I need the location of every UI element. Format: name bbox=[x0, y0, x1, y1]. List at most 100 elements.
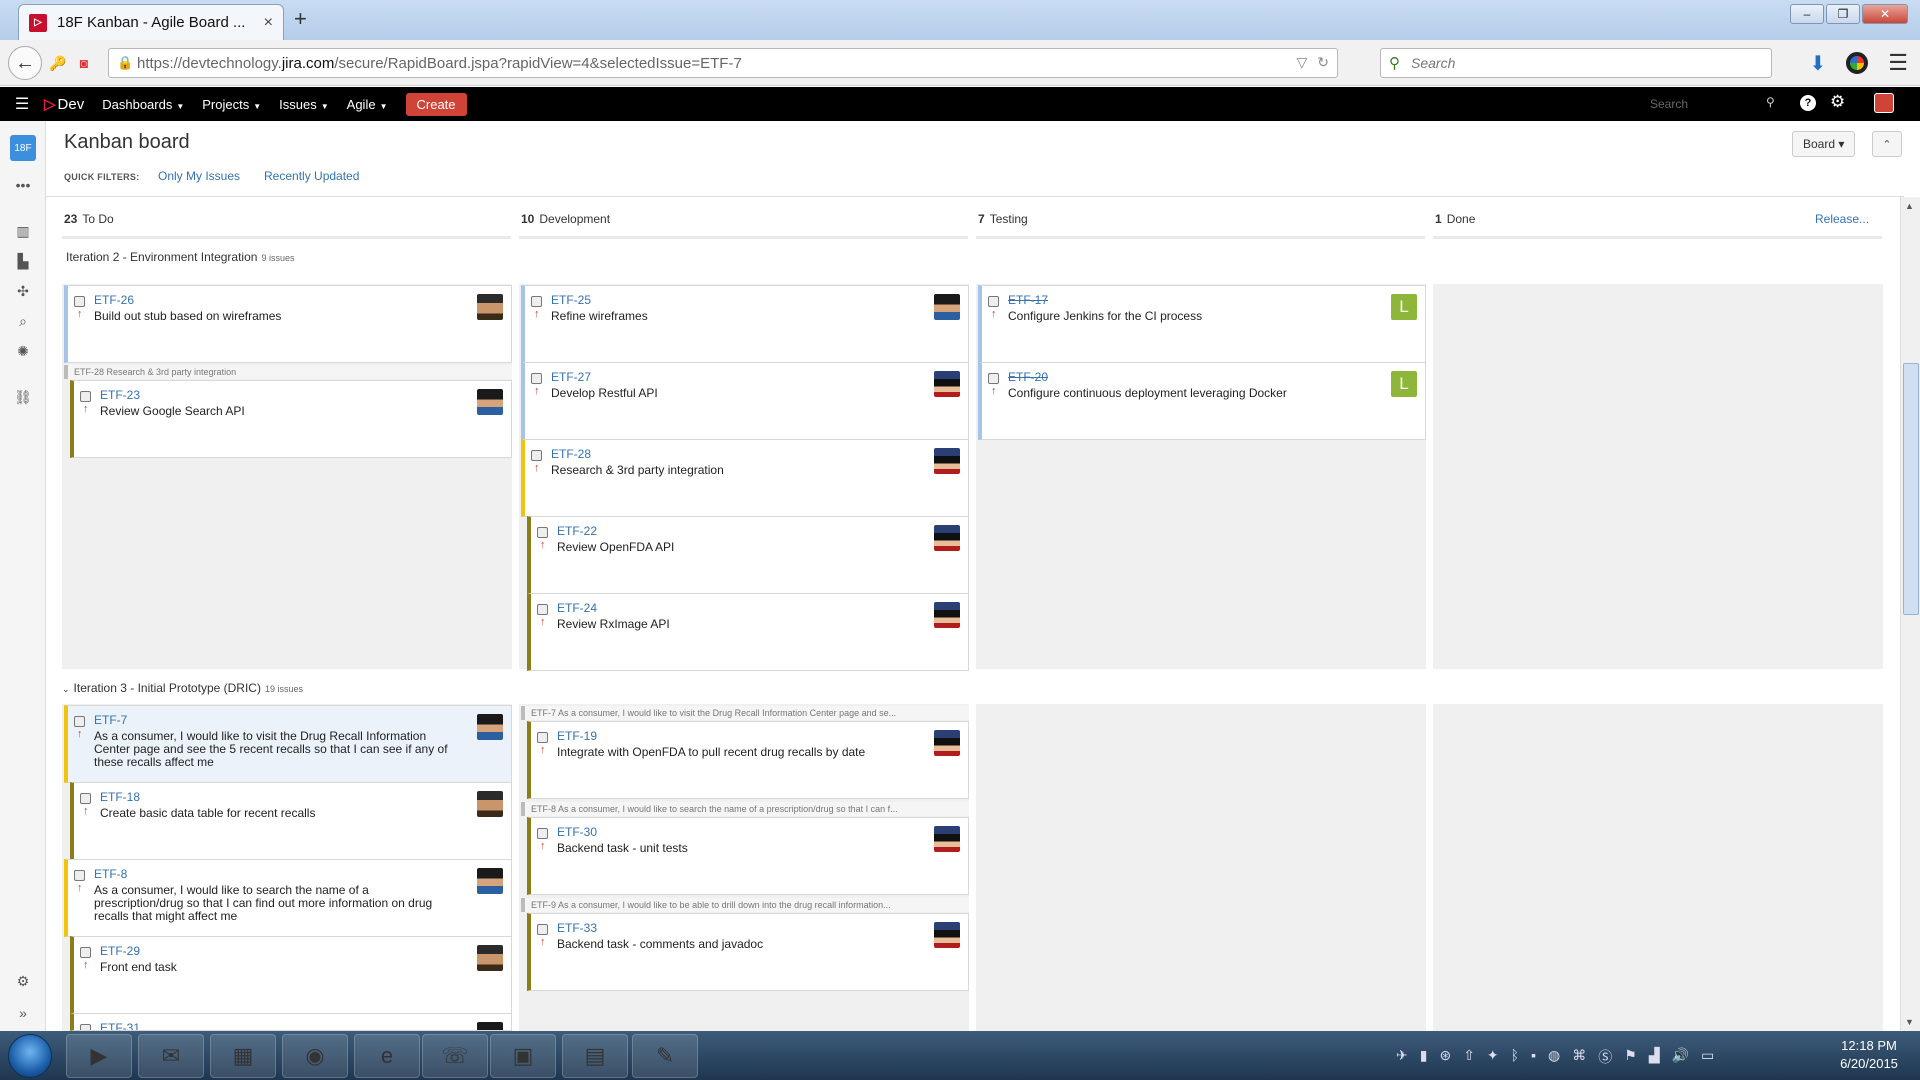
browser-search-input[interactable]: ⚲ Search bbox=[1380, 48, 1772, 78]
issue-card[interactable]: ETF-23 ↑ Review Google Search API bbox=[70, 380, 512, 458]
tray-volume-icon[interactable]: 🔊 bbox=[1672, 1047, 1689, 1067]
quick-filter-recently-updated[interactable]: Recently Updated bbox=[264, 169, 359, 183]
jira-search-input[interactable]: Search bbox=[1640, 92, 1786, 116]
reports-icon[interactable]: ▙ bbox=[13, 253, 33, 273]
issue-key[interactable]: ETF-30 bbox=[557, 825, 597, 839]
expand-sidebar-icon[interactable]: » bbox=[13, 1005, 33, 1025]
issue-card[interactable]: ETF-17 ↑ Configure Jenkins for the CI pr… bbox=[978, 285, 1426, 363]
scrollbar-thumb[interactable] bbox=[1903, 363, 1919, 615]
tray-network-icon[interactable]: ✈ bbox=[1396, 1047, 1408, 1067]
dropdown-icon[interactable]: ▽ bbox=[1296, 54, 1307, 71]
tray-flag-icon[interactable]: ⚑ bbox=[1624, 1047, 1637, 1067]
excel-icon[interactable]: ▦ bbox=[210, 1034, 276, 1078]
tray-skype-icon[interactable]: Ⓢ bbox=[1598, 1047, 1612, 1067]
issue-search-icon[interactable]: ⌕ bbox=[13, 313, 33, 333]
reload-icon[interactable]: ↻ bbox=[1317, 54, 1329, 71]
issue-card[interactable]: ETF-30 ↑ Backend task - unit tests bbox=[527, 817, 969, 895]
nav-dashboards[interactable]: Dashboards ▼ bbox=[102, 97, 184, 112]
issue-card[interactable]: ETF-22 ↑ Review OpenFDA API bbox=[527, 516, 969, 594]
nav-agile[interactable]: Agile ▼ bbox=[347, 97, 388, 112]
internet-explorer-icon[interactable]: e bbox=[354, 1034, 420, 1078]
tray-battery-icon[interactable]: ▭ bbox=[1701, 1047, 1714, 1067]
board-icon[interactable]: ▥ bbox=[13, 223, 33, 243]
issue-card[interactable]: ETF-27 ↑ Develop Restful API bbox=[521, 362, 969, 440]
issue-card[interactable]: ETF-33 ↑ Backend task - comments and jav… bbox=[527, 913, 969, 991]
issue-key[interactable]: ETF-27 bbox=[551, 370, 591, 384]
quick-filter-only-my-issues[interactable]: Only My Issues bbox=[158, 169, 240, 183]
download-icon[interactable]: ⬇ bbox=[1810, 51, 1827, 76]
browser-menu-icon[interactable]: ☰ bbox=[1888, 50, 1908, 76]
scroll-down-icon[interactable]: ▼ bbox=[1905, 1017, 1914, 1027]
parent-issue-bar[interactable]: ETF-9 As a consumer, I would like to be … bbox=[521, 898, 969, 912]
tray-usb-icon[interactable]: ▮ bbox=[1420, 1047, 1428, 1067]
issue-key[interactable]: ETF-23 bbox=[100, 388, 140, 402]
issue-key[interactable]: ETF-7 bbox=[94, 713, 127, 727]
parent-issue-bar[interactable]: ETF-7 As a consumer, I would like to vis… bbox=[521, 706, 969, 720]
url-bar[interactable]: 🔒 https://devtechnology. jira.com/secure/… bbox=[108, 48, 1338, 78]
link-icon[interactable]: ⛓ bbox=[13, 389, 33, 409]
powerpoint-icon[interactable]: ▣ bbox=[490, 1034, 556, 1078]
page-scrollbar[interactable]: ▲ ▼ bbox=[1900, 197, 1920, 1031]
issue-card[interactable]: ETF-8 ↑ As a consumer, I would like to s… bbox=[64, 859, 512, 937]
maximize-button[interactable]: ❐ bbox=[1826, 4, 1860, 24]
issue-card-selected[interactable]: ETF-7 ↑ As a consumer, I would like to v… bbox=[64, 705, 512, 783]
file-explorer-icon[interactable]: ▤ bbox=[562, 1034, 628, 1078]
parent-issue-bar[interactable]: ETF-8 As a consumer, I would like to sea… bbox=[521, 802, 969, 816]
issue-card[interactable]: ETF-29 ↑ Front end task bbox=[70, 936, 512, 1014]
gear-icon[interactable]: ⚙ bbox=[1830, 92, 1845, 112]
board-menu-button[interactable]: Board ▾ bbox=[1792, 131, 1856, 157]
issue-key[interactable]: ETF-33 bbox=[557, 921, 597, 935]
jira-logo[interactable]: ▷ Dev bbox=[44, 95, 84, 114]
media-player-icon[interactable]: ▶ bbox=[66, 1034, 132, 1078]
user-avatar[interactable] bbox=[1874, 93, 1894, 113]
issue-key[interactable]: ETF-8 bbox=[94, 867, 127, 881]
issue-key[interactable]: ETF-26 bbox=[94, 293, 134, 307]
issue-key[interactable]: ETF-20 bbox=[1008, 370, 1048, 384]
collapse-header-button[interactable]: ⌃ bbox=[1872, 131, 1902, 157]
tab-close-icon[interactable]: × bbox=[264, 14, 273, 32]
extension-icon[interactable] bbox=[1846, 52, 1869, 74]
search-icon[interactable]: ⚲ bbox=[1766, 95, 1775, 109]
taskbar-clock[interactable]: 12:18 PM 6/20/2015 bbox=[1826, 1037, 1912, 1073]
browser-tab[interactable]: ▷ 18F Kanban - Agile Board ... × bbox=[18, 4, 284, 40]
tray-update-icon[interactable]: ⇧ bbox=[1463, 1047, 1475, 1067]
scroll-up-icon[interactable]: ▲ bbox=[1905, 201, 1914, 211]
release-link[interactable]: Release... bbox=[1815, 212, 1869, 226]
issue-card[interactable]: ETF-19 ↑ Integrate with OpenFDA to pull … bbox=[527, 721, 969, 799]
issue-card[interactable]: ETF-18 ↑ Create basic data table for rec… bbox=[70, 782, 512, 860]
issue-key[interactable]: ETF-22 bbox=[557, 524, 597, 538]
issue-card[interactable]: ETF-24 ↑ Review RxImage API bbox=[527, 593, 969, 671]
issue-key[interactable]: ETF-31 bbox=[100, 1021, 140, 1030]
issue-card[interactable]: ETF-31 bbox=[70, 1013, 512, 1031]
swimlane-header[interactable]: ⌄ Iteration 3 - Initial Prototype (DRIC) 1… bbox=[62, 681, 303, 695]
window-close-button[interactable]: ✕ bbox=[1862, 4, 1908, 24]
outlook-icon[interactable]: ✉ bbox=[138, 1034, 204, 1078]
tray-antivirus-icon[interactable]: ◍ bbox=[1548, 1047, 1560, 1067]
issue-key[interactable]: ETF-28 bbox=[551, 447, 591, 461]
tray-bluetooth-icon[interactable]: ᛒ bbox=[1511, 1047, 1519, 1067]
project-avatar[interactable]: 18F bbox=[10, 135, 36, 161]
issue-key[interactable]: ETF-25 bbox=[551, 293, 591, 307]
issue-key[interactable]: ETF-29 bbox=[100, 944, 140, 958]
issue-card[interactable]: ETF-20 ↑ Configure continuous deployment… bbox=[978, 362, 1426, 440]
more-icon[interactable]: ••• bbox=[13, 177, 33, 197]
issue-card[interactable]: ETF-28 ↑ Research & 3rd party integratio… bbox=[521, 439, 969, 517]
components-icon[interactable]: ✣ bbox=[13, 283, 33, 303]
tray-security-icon[interactable]: ⊛ bbox=[1439, 1047, 1451, 1067]
minimize-button[interactable]: – bbox=[1790, 4, 1824, 24]
tray-notes-icon[interactable]: ✦ bbox=[1487, 1047, 1499, 1067]
issue-key[interactable]: ETF-18 bbox=[100, 790, 140, 804]
back-button[interactable]: ← bbox=[8, 46, 42, 80]
app-switcher-icon[interactable]: ☰ bbox=[0, 94, 44, 114]
nav-issues[interactable]: Issues ▼ bbox=[279, 97, 329, 112]
settings-gear-icon[interactable]: ⚙ bbox=[13, 973, 33, 993]
swimlane-header[interactable]: Iteration 2 - Environment Integration 9 i… bbox=[66, 250, 294, 264]
create-button[interactable]: Create bbox=[405, 92, 467, 116]
help-icon[interactable]: ? bbox=[1800, 95, 1816, 111]
tray-acrobat-icon[interactable]: ⌘ bbox=[1572, 1047, 1586, 1067]
start-button[interactable] bbox=[8, 1034, 52, 1078]
issue-card[interactable]: ETF-25 ↑ Refine wireframes bbox=[521, 285, 969, 363]
issue-card[interactable]: ETF-26 ↑ Build out stub based on wirefra… bbox=[64, 285, 512, 363]
paint-icon[interactable]: ✎ bbox=[632, 1034, 698, 1078]
new-tab-button[interactable]: + bbox=[294, 6, 307, 32]
